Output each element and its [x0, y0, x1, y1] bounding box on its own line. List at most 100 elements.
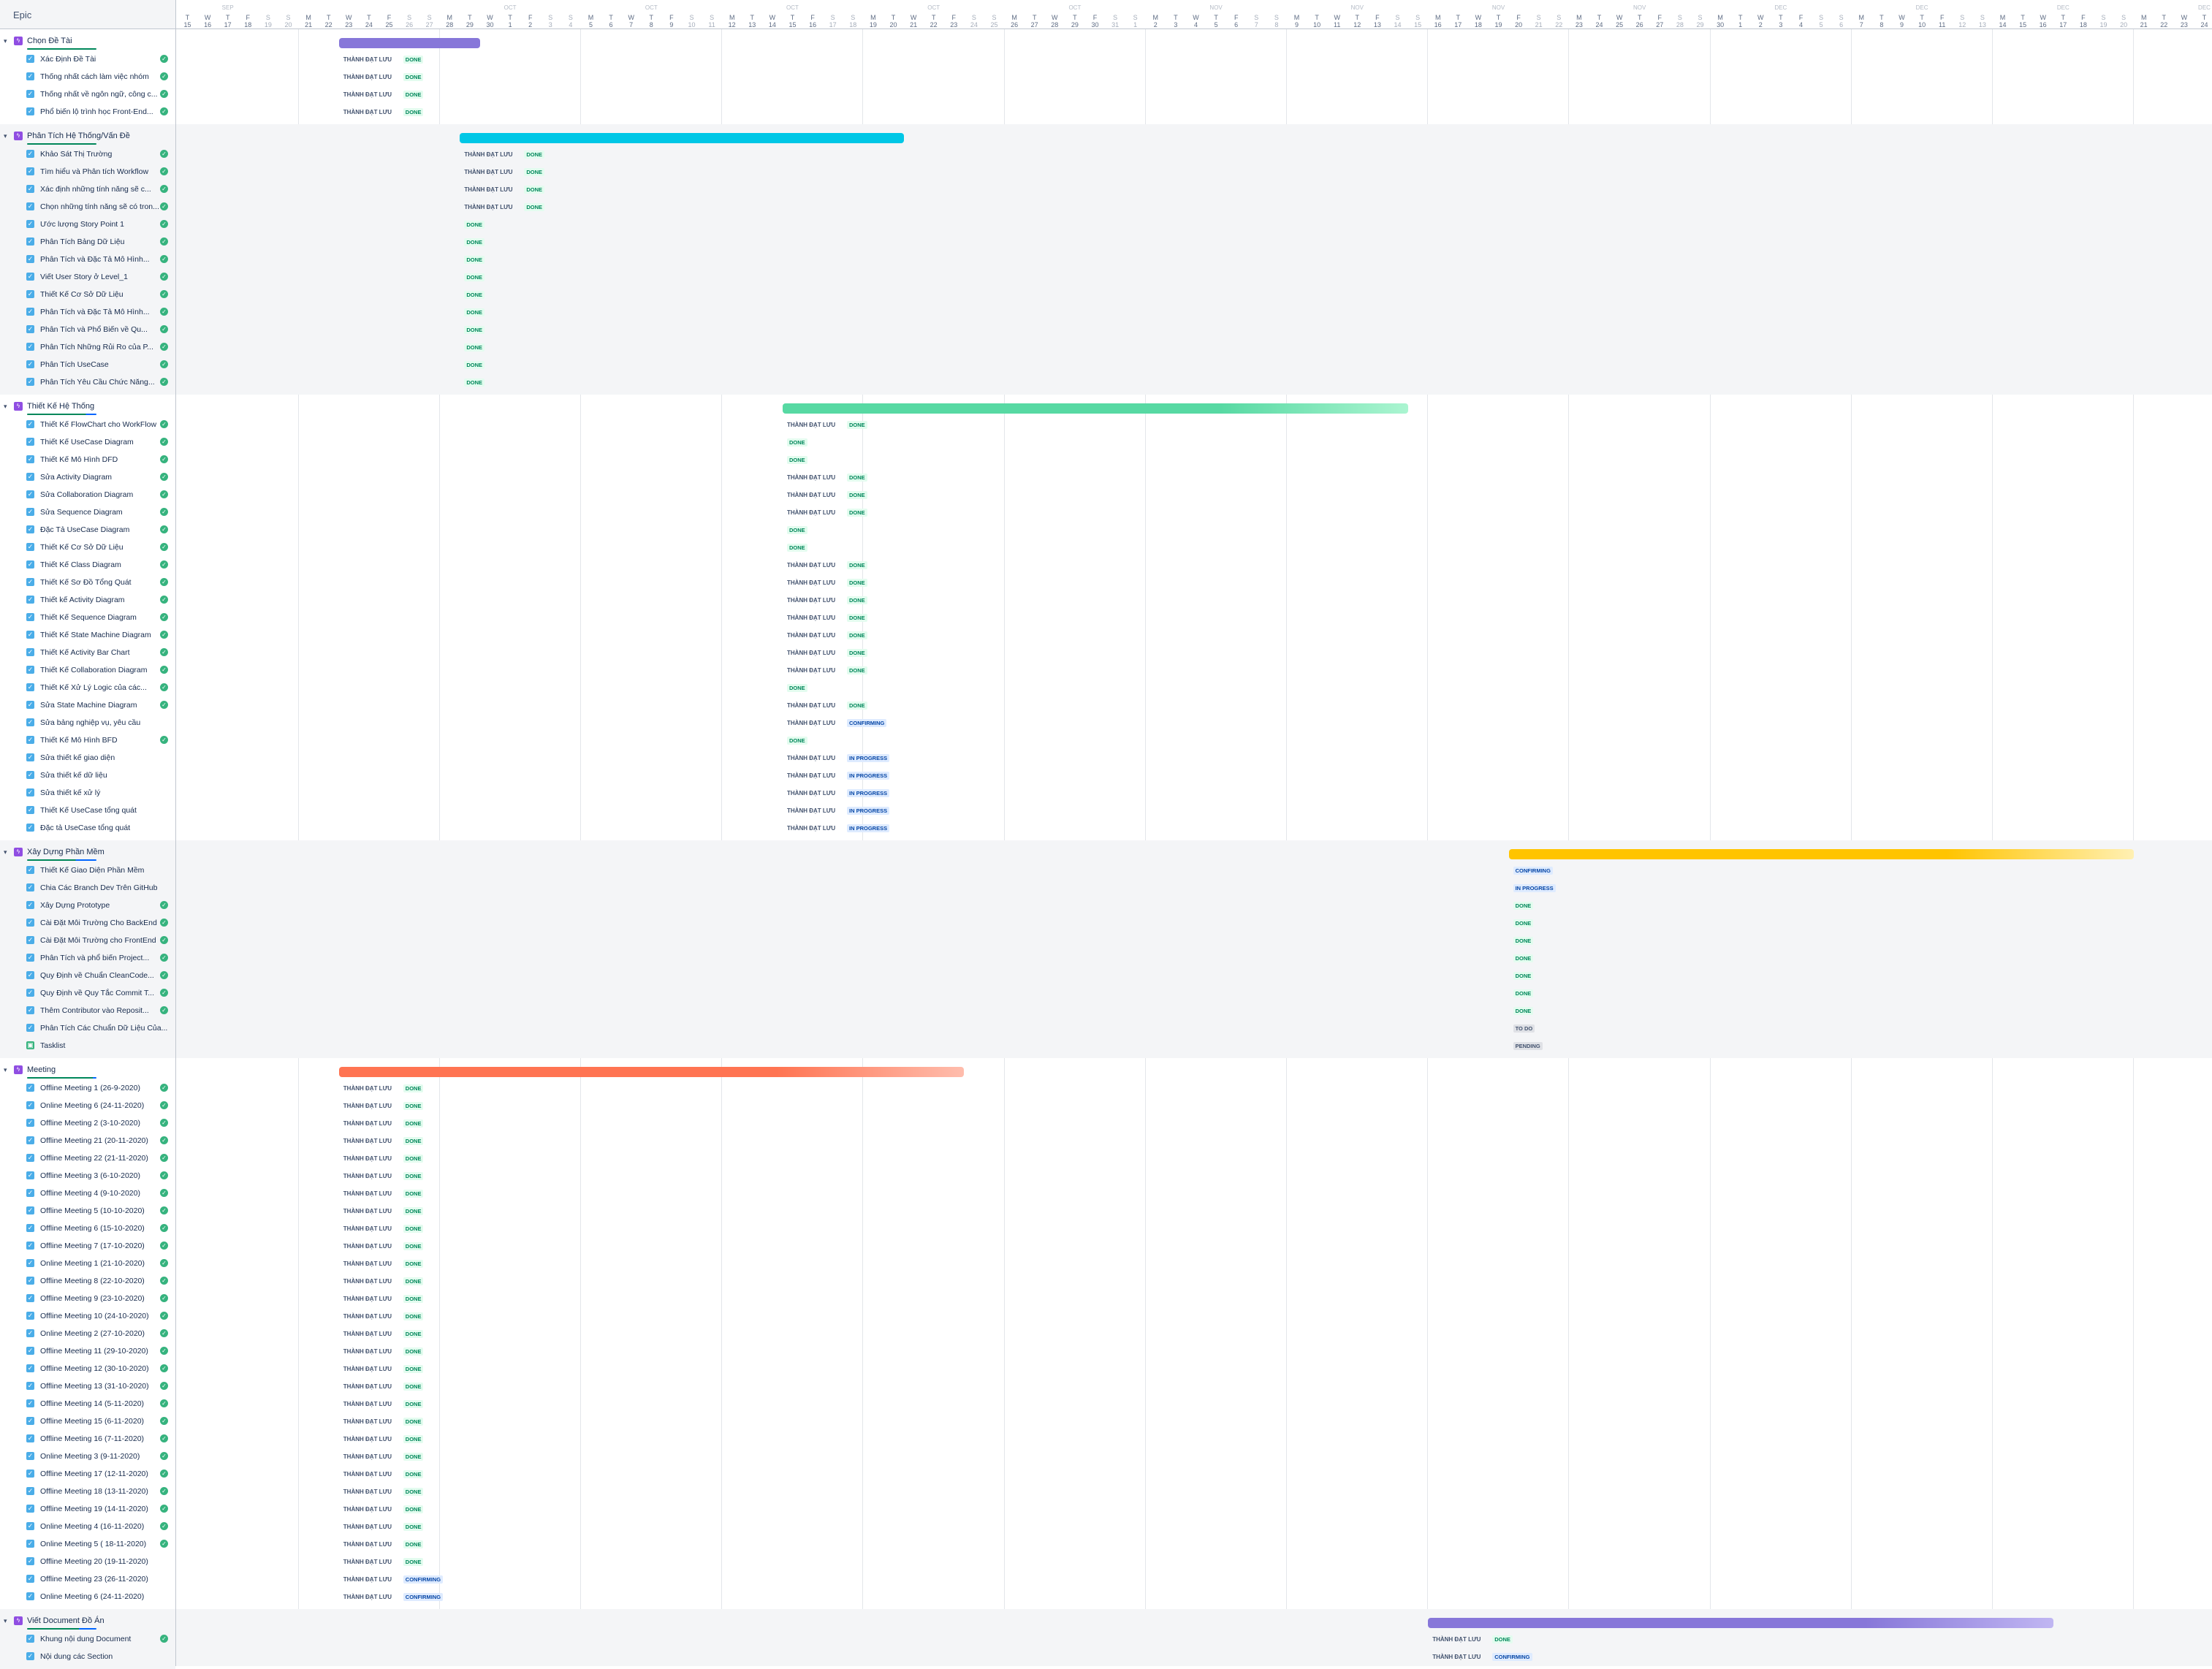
task-row[interactable]: ✓ Phân Tích Bảng Dữ Liệu ✓	[0, 233, 175, 251]
task-title[interactable]: Tasklist	[40, 1041, 169, 1050]
status-badge[interactable]: DONE	[403, 1225, 424, 1233]
status-badge[interactable]: DONE	[403, 1383, 424, 1391]
epic-row[interactable]: ▾ ϟ Chọn Đề Tài	[0, 33, 175, 50]
task-title[interactable]: Thiết Kế Mô Hình DFD	[40, 455, 169, 464]
task-row[interactable]: ✓ Ước lượng Story Point 1 ✓	[0, 216, 175, 233]
task-row[interactable]: ✓ Thiết Kế FlowChart cho WorkFlow ✓	[0, 416, 175, 433]
status-badge[interactable]: DONE	[403, 1470, 424, 1478]
status-badge[interactable]: DONE	[524, 151, 545, 159]
status-badge[interactable]: DONE	[847, 596, 867, 604]
status-badge[interactable]: DONE	[787, 456, 807, 464]
epic-bar[interactable]	[338, 38, 480, 48]
task-title[interactable]: Online Meeting 4 (16-11-2020)	[40, 1522, 169, 1531]
task-title[interactable]: Online Meeting 1 (21-10-2020)	[40, 1259, 169, 1268]
status-badge[interactable]: DONE	[403, 1172, 424, 1180]
task-row[interactable]: ✓ Đặc Tả UseCase Diagram ✓	[0, 521, 175, 539]
status-badge[interactable]: DONE	[847, 666, 867, 674]
status-badge[interactable]: IN PROGRESS	[847, 754, 890, 762]
task-row[interactable]: ✓ Offline Meeting 18 (13-11-2020) ✓	[0, 1483, 175, 1500]
task-row[interactable]: ✓ Xác Định Đề Tài ✓	[0, 50, 175, 68]
task-row[interactable]: ✓ Offline Meeting 9 (23-10-2020) ✓	[0, 1290, 175, 1307]
task-row[interactable]: ✓ Sửa Sequence Diagram ✓	[0, 503, 175, 521]
status-badge[interactable]: DONE	[847, 491, 867, 499]
task-row[interactable]: ✓ Offline Meeting 21 (20-11-2020) ✓	[0, 1132, 175, 1149]
status-badge[interactable]: CONFIRMING	[403, 1575, 444, 1584]
chevron-down-icon[interactable]: ▾	[4, 403, 11, 410]
status-badge[interactable]: DONE	[464, 379, 485, 387]
status-badge[interactable]: DONE	[403, 1558, 424, 1566]
task-row[interactable]: ✓ Khung nội dung Document ✓	[0, 1630, 175, 1648]
status-badge[interactable]: DONE	[403, 1453, 424, 1461]
epic-row[interactable]: ▾ ϟ Thiết Kế Hệ Thống	[0, 398, 175, 416]
task-row[interactable]: ✓ Thiết Kế Cơ Sở Dữ Liệu ✓	[0, 286, 175, 303]
task-row[interactable]: ✓ Phân Tích và Phổ Biến về Qu... ✓	[0, 321, 175, 338]
task-row[interactable]: ✓ Offline Meeting 13 (31-10-2020) ✓	[0, 1377, 175, 1395]
task-title[interactable]: Phổ biến lộ trình học Front-End...	[40, 107, 169, 116]
task-title[interactable]: Sửa Sequence Diagram	[40, 508, 169, 517]
status-badge[interactable]: DONE	[403, 1488, 424, 1496]
status-badge[interactable]: DONE	[403, 73, 424, 81]
status-badge[interactable]: DONE	[847, 474, 867, 482]
epic-title[interactable]: Viết Document Đồ Án	[27, 1616, 104, 1625]
task-row[interactable]: ✓ Phân Tích và phổ biến Project... ✓	[0, 949, 175, 967]
status-badge[interactable]: IN PROGRESS	[847, 772, 890, 780]
status-badge[interactable]: DONE	[847, 579, 867, 587]
task-title[interactable]: Phân Tích và Đặc Tả Mô Hình...	[40, 308, 169, 316]
task-title[interactable]: Cài Đặt Môi Trường Cho BackEnd	[40, 919, 169, 927]
task-row[interactable]: ✓ Offline Meeting 11 (29-10-2020) ✓	[0, 1342, 175, 1360]
task-row[interactable]: ✓ Offline Meeting 15 (6-11-2020) ✓	[0, 1413, 175, 1430]
status-badge[interactable]: CONFIRMING	[847, 719, 887, 727]
task-title[interactable]: Sửa thiết kế giao diện	[40, 753, 169, 762]
task-title[interactable]: Thống nhất về ngôn ngữ, công c...	[40, 90, 169, 99]
status-badge[interactable]: DONE	[847, 631, 867, 639]
task-row[interactable]: ✓ Thiết Kế State Machine Diagram ✓	[0, 626, 175, 644]
status-badge[interactable]: DONE	[847, 702, 867, 710]
status-badge[interactable]: DONE	[1513, 902, 1534, 910]
task-title[interactable]: Quy Định về Chuẩn CleanCode...	[40, 971, 169, 980]
task-title[interactable]: Thiết Kế Collaboration Diagram	[40, 666, 169, 674]
task-row[interactable]: ✓ Offline Meeting 8 (22-10-2020) ✓	[0, 1272, 175, 1290]
task-row[interactable]: ✓ Viết User Story ở Level_1 ✓	[0, 268, 175, 286]
status-badge[interactable]: DONE	[524, 203, 545, 211]
task-title[interactable]: Offline Meeting 8 (22-10-2020)	[40, 1277, 169, 1285]
task-title[interactable]: Khảo Sát Thị Trường	[40, 150, 169, 159]
task-title[interactable]: Sửa Collaboration Diagram	[40, 490, 169, 499]
task-title[interactable]: Phân Tích và Phổ Biến về Qu...	[40, 325, 169, 334]
task-title[interactable]: Thiết Kế Giao Diện Phần Mềm	[40, 866, 169, 875]
task-row[interactable]: ✓ Thiết Kế Class Diagram ✓	[0, 556, 175, 574]
status-badge[interactable]: DONE	[464, 343, 485, 351]
task-title[interactable]: Sửa thiết kế xử lý	[40, 788, 169, 797]
status-badge[interactable]: DONE	[403, 56, 424, 64]
task-title[interactable]: Thiết Kế State Machine Diagram	[40, 631, 169, 639]
task-row[interactable]: ✓ Online Meeting 5 ( 18-11-2020) ✓	[0, 1535, 175, 1553]
task-row[interactable]: ✓ Offline Meeting 2 (3-10-2020) ✓	[0, 1114, 175, 1132]
epic-bar[interactable]	[338, 1067, 965, 1077]
status-badge[interactable]: DONE	[847, 509, 867, 517]
status-badge[interactable]: DONE	[464, 291, 485, 299]
task-row[interactable]: ✓ Online Meeting 2 (27-10-2020) ✓	[0, 1325, 175, 1342]
epic-bar[interactable]	[1508, 849, 2135, 859]
task-title[interactable]: Offline Meeting 23 (26-11-2020)	[40, 1575, 169, 1584]
task-row[interactable]: ✓ Thiết Kế UseCase Diagram ✓	[0, 433, 175, 451]
status-badge[interactable]: DONE	[464, 326, 485, 334]
task-title[interactable]: Viết User Story ở Level_1	[40, 273, 169, 281]
task-row[interactable]: ✓ Thiết Kế Giao Diện Phần Mềm	[0, 862, 175, 879]
task-title[interactable]: Phân Tích Những Rủi Ro của P...	[40, 343, 169, 351]
task-row[interactable]: ✓ Thống nhất cách làm việc nhóm ✓	[0, 68, 175, 85]
task-title[interactable]: Xác định những tính năng sẽ c...	[40, 185, 169, 194]
task-title[interactable]: Offline Meeting 6 (15-10-2020)	[40, 1224, 169, 1233]
task-row[interactable]: ✓ Offline Meeting 23 (26-11-2020)	[0, 1570, 175, 1588]
task-row[interactable]: ✓ Offline Meeting 5 (10-10-2020) ✓	[0, 1202, 175, 1220]
task-title[interactable]: Cài Đặt Môi Trường cho FrontEnd	[40, 936, 169, 945]
status-badge[interactable]: DONE	[403, 1119, 424, 1128]
status-badge[interactable]: DONE	[847, 649, 867, 657]
task-row[interactable]: ✓ Nội dung các Section	[0, 1648, 175, 1665]
chevron-down-icon[interactable]: ▾	[4, 132, 11, 140]
task-row[interactable]: ✓ Offline Meeting 19 (14-11-2020) ✓	[0, 1500, 175, 1518]
task-title[interactable]: Online Meeting 3 (9-11-2020)	[40, 1452, 169, 1461]
task-row[interactable]: ✓ Thiết Kế Mô Hình BFD ✓	[0, 731, 175, 749]
status-badge[interactable]: DONE	[403, 1505, 424, 1513]
status-badge[interactable]: DONE	[403, 91, 424, 99]
task-row[interactable]: ✓ Phân Tích Yêu Cầu Chức Năng... ✓	[0, 373, 175, 391]
status-badge[interactable]: DONE	[403, 108, 424, 116]
